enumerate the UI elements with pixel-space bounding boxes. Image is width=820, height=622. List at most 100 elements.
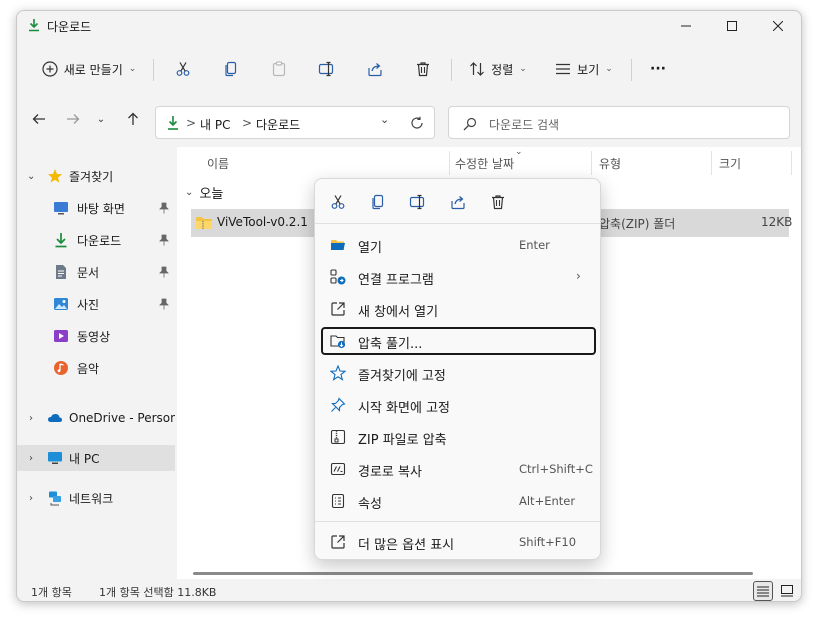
copy-icon: [372, 194, 384, 210]
column-header-type[interactable]: 유형: [599, 155, 621, 172]
cut-button[interactable]: [171, 57, 195, 81]
chevron-right-icon: ›: [29, 412, 33, 424]
copy-path-icon: [330, 462, 346, 476]
open-with-icon: [330, 269, 346, 285]
sort-icon: [470, 62, 485, 76]
rename-button[interactable]: [315, 57, 339, 81]
paste-button[interactable]: [267, 57, 291, 81]
menu-item-open-new-window[interactable]: 새 창에서 열기: [321, 295, 596, 323]
plus-circle-icon: [42, 61, 58, 77]
menu-item-properties[interactable]: 속성 Alt+Enter: [321, 487, 596, 515]
column-divider[interactable]: [711, 151, 712, 175]
context-rename-button[interactable]: [407, 191, 429, 213]
details-view-button[interactable]: [753, 581, 773, 601]
column-header-name[interactable]: 이름: [207, 155, 229, 172]
tiles-view-button[interactable]: [777, 581, 797, 601]
sidebar-item-onedrive[interactable]: › OneDrive - Persona: [17, 405, 175, 431]
column-header-date[interactable]: 수정한 날짜: [455, 155, 514, 172]
menu-item-copy-path[interactable]: 경로로 복사 Ctrl+Shift+C: [321, 455, 596, 483]
sidebar-label: 동영상: [77, 329, 111, 344]
sidebar-item-desktop[interactable]: 바탕 화면: [17, 195, 175, 221]
maximize-button[interactable]: [709, 11, 755, 41]
copy-button[interactable]: [219, 57, 243, 81]
chevron-right-icon: ›: [29, 452, 33, 464]
arrow-right-icon: [67, 114, 80, 124]
menu-item-shortcut: Ctrl+Shift+C: [519, 462, 593, 476]
download-icon: [55, 233, 67, 248]
context-delete-button[interactable]: [487, 191, 509, 213]
pin-icon[interactable]: [159, 298, 169, 310]
context-share-button[interactable]: [447, 191, 469, 213]
menu-divider: [315, 521, 600, 522]
sidebar-label: 사진: [77, 297, 100, 312]
sort-button[interactable]: 정렬 ⌄: [465, 57, 531, 81]
delete-button[interactable]: [411, 57, 435, 81]
column-divider[interactable]: [791, 151, 792, 175]
menu-item-open-with[interactable]: 연결 프로그램 ›: [321, 263, 596, 291]
videos-icon: [54, 330, 68, 342]
properties-icon: [331, 493, 345, 509]
breadcrumb-this-pc[interactable]: 내 PC: [200, 116, 230, 133]
zip-folder-icon: [196, 217, 212, 229]
menu-item-label: 열기: [358, 241, 382, 256]
group-header-today[interactable]: ⌄ 오늘: [185, 183, 223, 202]
group-label: 오늘: [199, 187, 224, 202]
sort-label: 정렬: [491, 62, 514, 77]
chevron-down-icon: ⌄: [128, 64, 137, 74]
forward-button[interactable]: [61, 107, 85, 131]
menu-item-pin-quick-access[interactable]: 즐겨찾기에 고정: [321, 359, 596, 387]
copy-icon: [225, 61, 237, 77]
menu-item-extract-all[interactable]: 압축 풀기...: [321, 327, 596, 355]
sidebar-label: 음악: [77, 361, 100, 376]
more-options-button[interactable]: ···: [645, 57, 671, 81]
refresh-icon[interactable]: [410, 116, 424, 130]
sidebar-item-network[interactable]: › 네트워크: [17, 485, 175, 511]
search-icon: [463, 117, 477, 131]
share-icon: [368, 63, 382, 77]
close-button[interactable]: [755, 11, 801, 41]
context-copy-button[interactable]: [367, 191, 389, 213]
minimize-button[interactable]: [663, 11, 709, 41]
tiles-view-icon: [781, 585, 793, 597]
share-button[interactable]: [363, 57, 387, 81]
search-box[interactable]: 다운로드 검색: [448, 106, 790, 139]
pin-icon[interactable]: [159, 266, 169, 278]
sidebar-item-this-pc[interactable]: › 내 PC: [17, 445, 175, 471]
pin-icon[interactable]: [159, 234, 169, 246]
menu-item-label: 연결 프로그램: [358, 273, 434, 288]
address-bar[interactable]: > 내 PC > 다운로드 ⌄: [155, 106, 435, 139]
title-bar: 다운로드: [17, 11, 801, 41]
column-divider[interactable]: [449, 151, 450, 175]
sidebar-item-quick-access[interactable]: ⌄ 즐겨찾기: [17, 163, 175, 189]
menu-item-label: 새 창에서 열기: [358, 305, 439, 320]
menu-item-compress-zip[interactable]: ZIP 파일로 압축: [321, 423, 596, 451]
menu-item-show-more-options[interactable]: 더 많은 옵션 표시 Shift+F10: [321, 528, 596, 556]
trash-icon: [417, 62, 429, 77]
back-button[interactable]: [27, 107, 51, 131]
column-header-size[interactable]: 크기: [719, 155, 741, 172]
sidebar-item-videos[interactable]: 동영상: [17, 323, 175, 349]
recent-locations-button[interactable]: ⌄: [93, 107, 109, 131]
sidebar-item-documents[interactable]: 문서: [17, 259, 175, 285]
scissors-icon: [331, 195, 345, 209]
arrow-left-icon: [32, 114, 45, 124]
sidebar-item-pictures[interactable]: 사진: [17, 291, 175, 317]
menu-item-pin-start[interactable]: 시작 화면에 고정: [321, 391, 596, 419]
column-divider[interactable]: [591, 151, 592, 175]
chevron-down-icon[interactable]: ⌄: [380, 113, 389, 126]
pin-icon[interactable]: [159, 202, 169, 214]
menu-item-open[interactable]: 열기 Enter: [321, 231, 596, 259]
menu-item-label: 속성: [358, 497, 382, 512]
breadcrumb-downloads[interactable]: 다운로드: [256, 116, 300, 133]
sidebar-item-downloads[interactable]: 다운로드: [17, 227, 175, 253]
minimize-icon: [681, 25, 691, 27]
more-options-icon: [331, 535, 345, 549]
menu-item-label: 즐겨찾기에 고정: [358, 369, 446, 384]
up-button[interactable]: [121, 107, 145, 131]
sidebar-item-music[interactable]: 음악: [17, 355, 175, 381]
view-button[interactable]: 보기 ⌄: [551, 57, 617, 81]
new-button[interactable]: 새로 만들기 ⌄: [37, 57, 141, 81]
horizontal-scrollbar[interactable]: [193, 572, 753, 575]
context-cut-button[interactable]: [327, 191, 349, 213]
toolbar-divider: [631, 59, 632, 81]
